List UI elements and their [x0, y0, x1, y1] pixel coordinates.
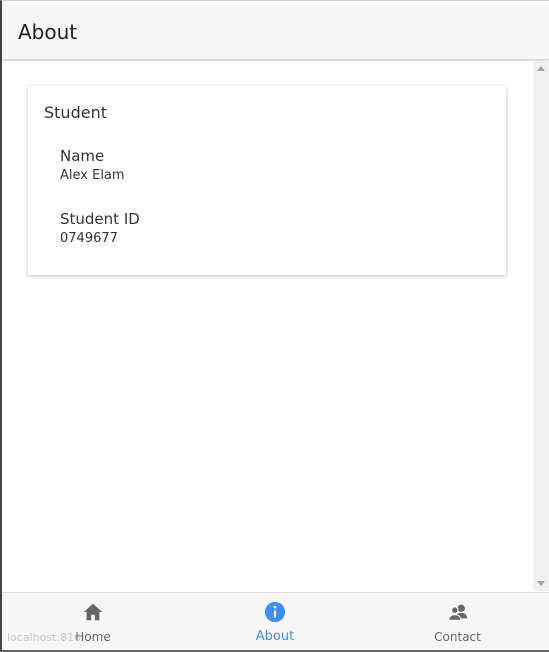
tab-contact[interactable]: Contact — [366, 593, 549, 651]
bottom-tab-bar: Home About Contact — [2, 592, 549, 650]
info-icon — [264, 601, 286, 623]
card-title: Student — [44, 103, 107, 122]
scroll-down-arrow-icon[interactable] — [537, 581, 545, 586]
page-content[interactable]: Student Name Alex Elam Student ID 074967… — [2, 61, 533, 591]
tab-about[interactable]: About — [184, 593, 366, 651]
tab-contact-label: Contact — [434, 630, 481, 644]
name-value: Alex Elam — [60, 168, 125, 183]
home-icon — [83, 603, 103, 621]
student-id-value: 0749677 — [60, 231, 118, 246]
student-id-label: Student ID — [60, 210, 140, 228]
vertical-scrollbar[interactable] — [533, 61, 549, 591]
student-card: Student Name Alex Elam Student ID 074967… — [28, 86, 506, 275]
tab-about-label: About — [255, 629, 295, 644]
app-toolbar: About — [2, 4, 549, 60]
scroll-up-arrow-icon[interactable] — [537, 66, 545, 71]
status-bar-url: localhost:810 — [7, 631, 82, 644]
contacts-icon — [447, 604, 467, 621]
page-title: About — [18, 20, 78, 44]
name-label: Name — [60, 147, 105, 165]
